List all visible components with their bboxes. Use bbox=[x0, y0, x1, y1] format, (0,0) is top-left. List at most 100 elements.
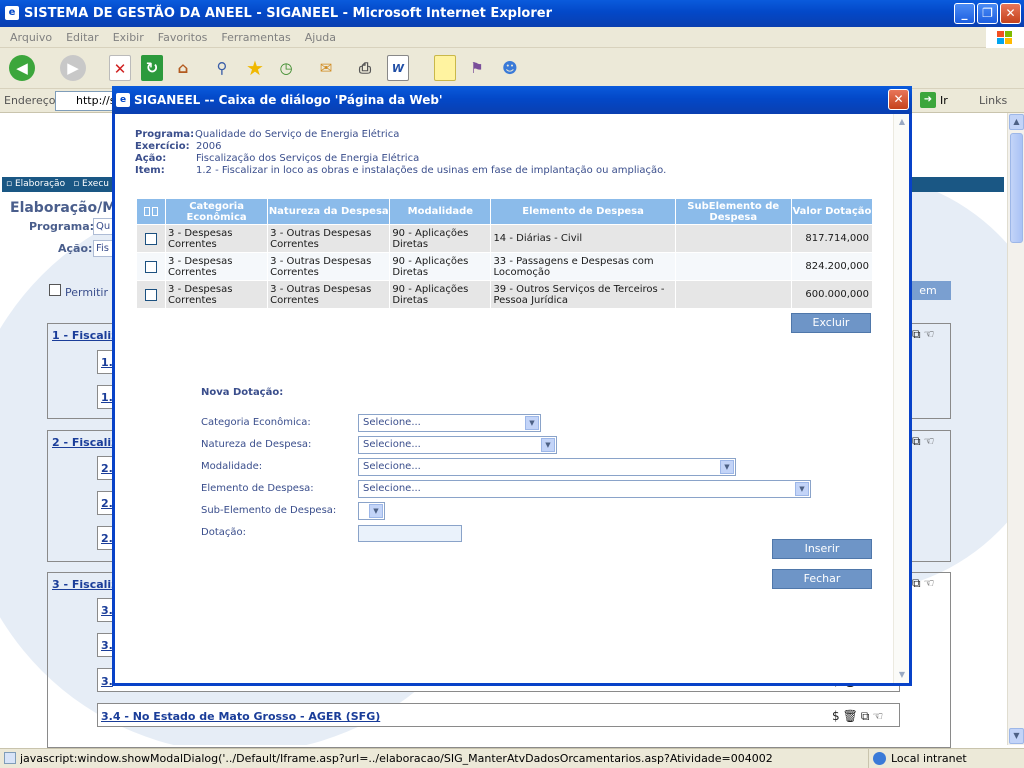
cell-valor: 824.200,000 bbox=[791, 253, 872, 280]
cell-modalidade: 90 - Aplicações Diretas bbox=[390, 281, 491, 308]
forward-icon[interactable]: ▶ bbox=[60, 55, 86, 81]
categoria-select[interactable]: Selecione... ▼ bbox=[358, 414, 541, 432]
dialog-close-icon[interactable]: ✕ bbox=[888, 89, 909, 110]
search-icon[interactable]: ⚲ bbox=[209, 55, 235, 81]
chevron-down-icon: ▼ bbox=[525, 416, 539, 430]
info-exercicio-label: Exercício: bbox=[135, 141, 190, 152]
permitir-label: Permitir bbox=[65, 286, 109, 299]
hand-icon[interactable]: ☜ bbox=[924, 327, 935, 342]
stop-icon[interactable]: ✕ bbox=[109, 55, 131, 81]
minimize-icon[interactable]: _ bbox=[954, 3, 975, 24]
section-2-icons: ⧉ ☜ bbox=[912, 434, 934, 449]
print-icon[interactable]: ⎙ bbox=[352, 55, 378, 81]
natureza-select[interactable]: Selecione... ▼ bbox=[358, 436, 557, 454]
trash-icon[interactable]: 🗑 bbox=[843, 709, 858, 724]
dialog-scrollbar[interactable]: ▲ ▼ bbox=[893, 114, 909, 683]
close-icon[interactable]: ✕ bbox=[1000, 3, 1021, 24]
info-programa-value: Qualidade do Serviço de Energia Elétrica bbox=[195, 129, 400, 140]
dialog-icon: e bbox=[116, 93, 130, 107]
cell-modalidade: 90 - Aplicações Diretas bbox=[390, 253, 491, 280]
history-icon[interactable]: ◷ bbox=[273, 55, 299, 81]
cell-categoria: 3 - Despesas Correntes bbox=[166, 253, 268, 280]
dialog-info: Programa: Qualidade do Serviço de Energia… bbox=[135, 129, 666, 177]
menu-ferramentas[interactable]: Ferramentas bbox=[221, 27, 290, 47]
cell-elemento: 39 - Outros Serviços de Terceiros - Pess… bbox=[491, 281, 675, 308]
favorites-icon[interactable]: ★ bbox=[242, 55, 268, 81]
acao-select[interactable]: Fis bbox=[93, 240, 113, 257]
categoria-select-value: Selecione... bbox=[363, 417, 421, 428]
scroll-down-icon[interactable]: ▼ bbox=[1009, 728, 1024, 744]
row-checkbox[interactable] bbox=[145, 288, 158, 301]
scroll-up-icon[interactable]: ▲ bbox=[1009, 114, 1024, 130]
dialog-scroll-down-icon[interactable]: ▼ bbox=[895, 668, 909, 682]
mail-icon[interactable]: ✉ bbox=[313, 55, 339, 81]
ie-icon: e bbox=[5, 6, 19, 20]
note-icon[interactable] bbox=[434, 55, 456, 81]
menu-exibir[interactable]: Exibir bbox=[113, 27, 144, 47]
info-item-value: 1.2 - Fiscalizar in loco as obras e inst… bbox=[196, 165, 667, 176]
cell-elemento: 33 - Passagens e Despesas com Locomoção bbox=[491, 253, 675, 280]
copy-icon[interactable]: ⧉ bbox=[912, 327, 921, 342]
copy-icon[interactable]: ⧉ bbox=[912, 434, 921, 449]
cell-subelemento bbox=[675, 225, 791, 252]
acao-label: Ação: bbox=[58, 242, 93, 255]
address-label: Endereço bbox=[4, 94, 56, 107]
cell-natureza: 3 - Outras Despesas Correntes bbox=[268, 225, 390, 252]
go-button[interactable]: ➜ Ir bbox=[920, 92, 948, 108]
row-checkbox[interactable] bbox=[145, 260, 158, 273]
copy-icon[interactable]: ⧉ bbox=[861, 709, 870, 724]
chevron-down-icon: ▼ bbox=[720, 460, 734, 474]
col-header-valor: Valor Dotação bbox=[791, 199, 872, 224]
back-icon[interactable]: ◀ bbox=[9, 55, 35, 81]
home-icon[interactable]: ⌂ bbox=[171, 55, 195, 81]
messenger-icon[interactable]: ☻ bbox=[497, 55, 523, 81]
excluir-button[interactable]: Excluir bbox=[791, 313, 871, 333]
word-icon[interactable]: W bbox=[387, 55, 409, 81]
hand-icon[interactable]: ☜ bbox=[872, 709, 883, 724]
nav-execucao[interactable]: ▫ Execu bbox=[73, 177, 109, 192]
menu-ajuda[interactable]: Ajuda bbox=[305, 27, 336, 47]
select-all-checkbox[interactable] bbox=[137, 199, 166, 224]
cell-valor: 817.714,000 bbox=[791, 225, 872, 252]
menu-arquivo[interactable]: Arquivo bbox=[10, 27, 52, 47]
refresh-icon[interactable]: ↻ bbox=[141, 55, 163, 81]
menu-editar[interactable]: Editar bbox=[66, 27, 99, 47]
table-row: 3 - Despesas Correntes 3 - Outras Despes… bbox=[137, 225, 872, 252]
address-input[interactable]: http://s bbox=[55, 91, 115, 111]
cell-valor: 600.000,000 bbox=[791, 281, 872, 308]
research-icon[interactable]: ⚑ bbox=[464, 55, 490, 81]
info-exercicio-value: 2006 bbox=[196, 141, 222, 152]
menu-favoritos[interactable]: Favoritos bbox=[158, 27, 208, 47]
browser-title: SISTEMA DE GESTÃO DA ANEEL - SIGANEEL - … bbox=[24, 6, 553, 21]
info-programa-label: Programa: bbox=[135, 129, 195, 140]
zone-indicator: Local intranet bbox=[868, 749, 1008, 768]
subelemento-select[interactable]: ▼ bbox=[358, 502, 385, 520]
links-button[interactable]: Links bbox=[979, 94, 1007, 107]
elemento-select[interactable]: Selecione... ▼ bbox=[358, 480, 811, 498]
row-checkbox[interactable] bbox=[145, 232, 158, 245]
fechar-button[interactable]: Fechar bbox=[772, 569, 872, 589]
status-message: javascript:window.showModalDialog('../De… bbox=[20, 752, 773, 765]
modal-dialog: e SIGANEEL -- Caixa de diálogo 'Página d… bbox=[112, 86, 912, 686]
sub-3-4-title[interactable]: 3.4 - No Estado de Mato Grosso - AGER (S… bbox=[101, 710, 380, 723]
modalidade-select[interactable]: Selecione... ▼ bbox=[358, 458, 736, 476]
dotacao-input[interactable] bbox=[358, 525, 462, 542]
subelemento-label: Sub-Elemento de Despesa: bbox=[201, 505, 337, 516]
browser-toolbar: ◀ ▶ ✕ ↻ ⌂ ⚲ ★ ◷ ✉ ⎙ W ⚑ ☻ bbox=[0, 48, 1024, 89]
page-scrollbar-thumb[interactable] bbox=[1010, 133, 1023, 243]
money-icon[interactable]: $ bbox=[832, 709, 840, 724]
nav-elaboracao[interactable]: ▫ Elaboração bbox=[6, 177, 65, 192]
page-scrollbar[interactable]: ▲ ▼ bbox=[1007, 113, 1024, 745]
restore-icon[interactable]: ❐ bbox=[977, 3, 998, 24]
permitir-checkbox[interactable] bbox=[49, 284, 61, 296]
go-arrow-icon: ➜ bbox=[920, 92, 936, 108]
programa-select[interactable]: Qu bbox=[93, 218, 113, 235]
dialog-scroll-up-icon[interactable]: ▲ bbox=[895, 115, 909, 129]
copy-icon[interactable]: ⧉ bbox=[912, 576, 921, 591]
hand-icon[interactable]: ☜ bbox=[924, 576, 935, 591]
intranet-icon bbox=[873, 752, 886, 765]
hand-icon[interactable]: ☜ bbox=[924, 434, 935, 449]
dotacao-label: Dotação: bbox=[201, 527, 246, 538]
col-header-categoria: Categoria Econômica bbox=[166, 199, 268, 224]
inserir-button[interactable]: Inserir bbox=[772, 539, 872, 559]
